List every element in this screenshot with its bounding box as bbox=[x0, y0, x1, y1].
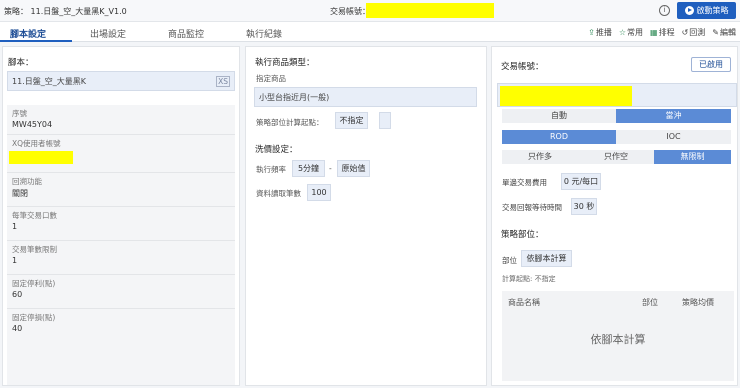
tab-script-settings[interactable]: 腳本設定 bbox=[10, 27, 46, 40]
take-profit-label: 固定停利(點) bbox=[12, 279, 56, 288]
wash-settings-title: 洗價設定： bbox=[255, 145, 298, 155]
calc-start-extra[interactable] bbox=[379, 112, 391, 129]
fee-label: 單邊交易費用 bbox=[502, 178, 547, 187]
edit-icon: ✎ bbox=[712, 28, 719, 37]
position-table: 商品名稱 部位 策略均價 依腳本計算 bbox=[502, 291, 734, 381]
enabled-button[interactable]: 已啟用 bbox=[691, 57, 731, 72]
list-item-serial: 序號 MW45Y04 bbox=[7, 105, 235, 135]
table-header-avg-price: 策略均價 bbox=[682, 298, 714, 307]
order-ioc-option[interactable]: IOC bbox=[616, 130, 731, 144]
direction-short-option[interactable]: 只作空 bbox=[578, 150, 654, 164]
calc-start-select[interactable]: 不指定 bbox=[335, 112, 368, 129]
list-item-take-profit: 固定停利(點) 60 bbox=[7, 275, 235, 309]
account-panel: 交易帳號： 已啟用 自動 當沖 ROD IOC 只作多 只作空 無限制 單邊交易… bbox=[491, 46, 738, 386]
account-label: 交易帳號： bbox=[330, 7, 370, 16]
position-select[interactable]: 依腳本計算 bbox=[521, 250, 572, 267]
tab-product-monitor[interactable]: 商品監控 bbox=[168, 27, 204, 40]
table-empty-message: 依腳本計算 bbox=[590, 333, 646, 346]
bars-input[interactable]: 100 bbox=[307, 184, 331, 201]
table-header-position: 部位 bbox=[642, 298, 658, 307]
calc-start-label: 策略部位計算起點： bbox=[256, 118, 324, 127]
account-select-value-redacted bbox=[500, 86, 632, 106]
tab-exit-settings[interactable]: 出場設定 bbox=[90, 27, 126, 40]
start-strategy-label: 啟動策略 bbox=[696, 6, 729, 15]
position-title: 策略部位： bbox=[501, 230, 544, 240]
account-panel-title: 交易帳號： bbox=[501, 62, 544, 72]
freq-mode-select[interactable]: 原始值 bbox=[337, 160, 370, 177]
edit-label: 編輯 bbox=[720, 28, 736, 37]
account-value-redacted bbox=[366, 3, 494, 18]
position-label: 部位 bbox=[502, 256, 517, 265]
freq-separator: - bbox=[329, 164, 332, 173]
serial-label: 序號 bbox=[12, 109, 27, 118]
favorite-label: 常用 bbox=[627, 28, 644, 37]
account-select[interactable] bbox=[497, 83, 737, 107]
order-rod-option[interactable]: ROD bbox=[502, 130, 616, 144]
freq-select[interactable]: 5分鐘 bbox=[292, 160, 325, 177]
tab-bar: 腳本設定 出場設定 商品監控 執行紀錄 ⇪推播 ☆常用 ▦排程 ↺回測 ✎編輯 bbox=[0, 22, 740, 42]
wait-label: 交易回報等待時間 bbox=[502, 203, 562, 212]
fee-input[interactable]: 0 元/每口 bbox=[561, 173, 601, 190]
lots-label: 每筆交易口數 bbox=[12, 211, 57, 220]
stop-loss-value: 40 bbox=[12, 324, 23, 333]
script-panel: 腳本： 11.日盤_空_大量黑K XS 序號 MW45Y04 XQ使用者帳號 回… bbox=[2, 46, 240, 386]
edit-button[interactable]: ✎編輯 bbox=[712, 27, 736, 38]
active-tab-indicator bbox=[0, 40, 72, 42]
execution-panel: 執行商品類型： 指定商品 小型台指近月(一般) 策略部位計算起點： 不指定 洗價… bbox=[245, 46, 487, 386]
list-item-trade-limit: 交易筆數限制 1 bbox=[7, 241, 235, 275]
table-header-product: 商品名稱 bbox=[508, 298, 540, 307]
lots-value: 1 bbox=[12, 222, 18, 231]
product-value: 小型台指近月(一般) bbox=[259, 93, 330, 102]
direction-long-option[interactable]: 只作多 bbox=[502, 150, 578, 164]
tab-execution-log[interactable]: 執行紀錄 bbox=[246, 27, 282, 40]
direction-unlimited-option[interactable]: 無限制 bbox=[654, 150, 731, 164]
backtrack-label: 回溯功能 bbox=[12, 177, 42, 186]
strategy-title: 策略： 11.日盤_空_大量黑K_V1.0 bbox=[4, 7, 127, 16]
schedule-button[interactable]: ▦排程 bbox=[650, 27, 675, 38]
mode-auto-option[interactable]: 自動 bbox=[502, 109, 616, 123]
info-icon[interactable]: i bbox=[659, 5, 670, 16]
xq-account-label: XQ使用者帳號 bbox=[12, 139, 61, 148]
trade-limit-label: 交易筆數限制 bbox=[12, 245, 57, 254]
push-icon: ⇪ bbox=[588, 28, 595, 37]
script-name-field[interactable]: 11.日盤_空_大量黑K XS bbox=[7, 71, 235, 91]
serial-value: MW45Y04 bbox=[12, 120, 53, 129]
script-name: 11.日盤_空_大量黑K bbox=[12, 77, 86, 86]
xq-account-value-redacted bbox=[9, 151, 73, 164]
take-profit-value: 60 bbox=[12, 290, 23, 299]
action-toolbar: ⇪推播 ☆常用 ▦排程 ↺回測 ✎編輯 bbox=[588, 27, 736, 38]
backtest-icon: ↺ bbox=[681, 28, 689, 37]
play-icon bbox=[684, 6, 694, 15]
exec-type-title: 執行商品類型： bbox=[255, 58, 315, 68]
backtrack-value: 關閉 bbox=[12, 189, 28, 198]
list-item-xq-account: XQ使用者帳號 bbox=[7, 135, 235, 173]
list-item-backtrack: 回溯功能 關閉 bbox=[7, 173, 235, 207]
wait-input[interactable]: 30 秒 bbox=[571, 198, 597, 215]
script-info-list: 序號 MW45Y04 XQ使用者帳號 回溯功能 關閉 每筆交易口數 1 交易筆數… bbox=[7, 105, 235, 385]
backtest-button[interactable]: ↺回測 bbox=[682, 27, 706, 38]
list-item-stop-loss: 固定停損(點) 40 bbox=[7, 309, 235, 343]
calc-start-note: 計算起點: 不指定 bbox=[502, 275, 556, 283]
mode-daytrade-option[interactable]: 當沖 bbox=[616, 109, 731, 123]
favorite-button[interactable]: ☆常用 bbox=[619, 27, 643, 38]
trade-limit-value: 1 bbox=[12, 256, 18, 265]
schedule-label: 排程 bbox=[658, 28, 675, 37]
product-select[interactable]: 小型台指近月(一般) bbox=[254, 87, 477, 107]
script-panel-title: 腳本： bbox=[8, 58, 34, 68]
start-strategy-button[interactable]: 啟動策略 bbox=[677, 2, 736, 19]
xs-badge: XS bbox=[216, 76, 230, 87]
product-label: 指定商品 bbox=[256, 74, 286, 83]
push-label: 推播 bbox=[595, 28, 612, 37]
bars-label: 資料讀取筆數 bbox=[256, 189, 301, 198]
top-bar: 策略： 11.日盤_空_大量黑K_V1.0 交易帳號： i 啟動策略 bbox=[0, 0, 740, 22]
backtest-label: 回測 bbox=[689, 28, 706, 37]
push-button[interactable]: ⇪推播 bbox=[588, 27, 612, 38]
favorite-icon: ☆ bbox=[618, 28, 627, 37]
freq-label: 執行頻率 bbox=[256, 165, 286, 174]
stop-loss-label: 固定停損(點) bbox=[12, 313, 56, 322]
schedule-icon: ▦ bbox=[650, 28, 658, 37]
list-item-lots: 每筆交易口數 1 bbox=[7, 207, 235, 241]
